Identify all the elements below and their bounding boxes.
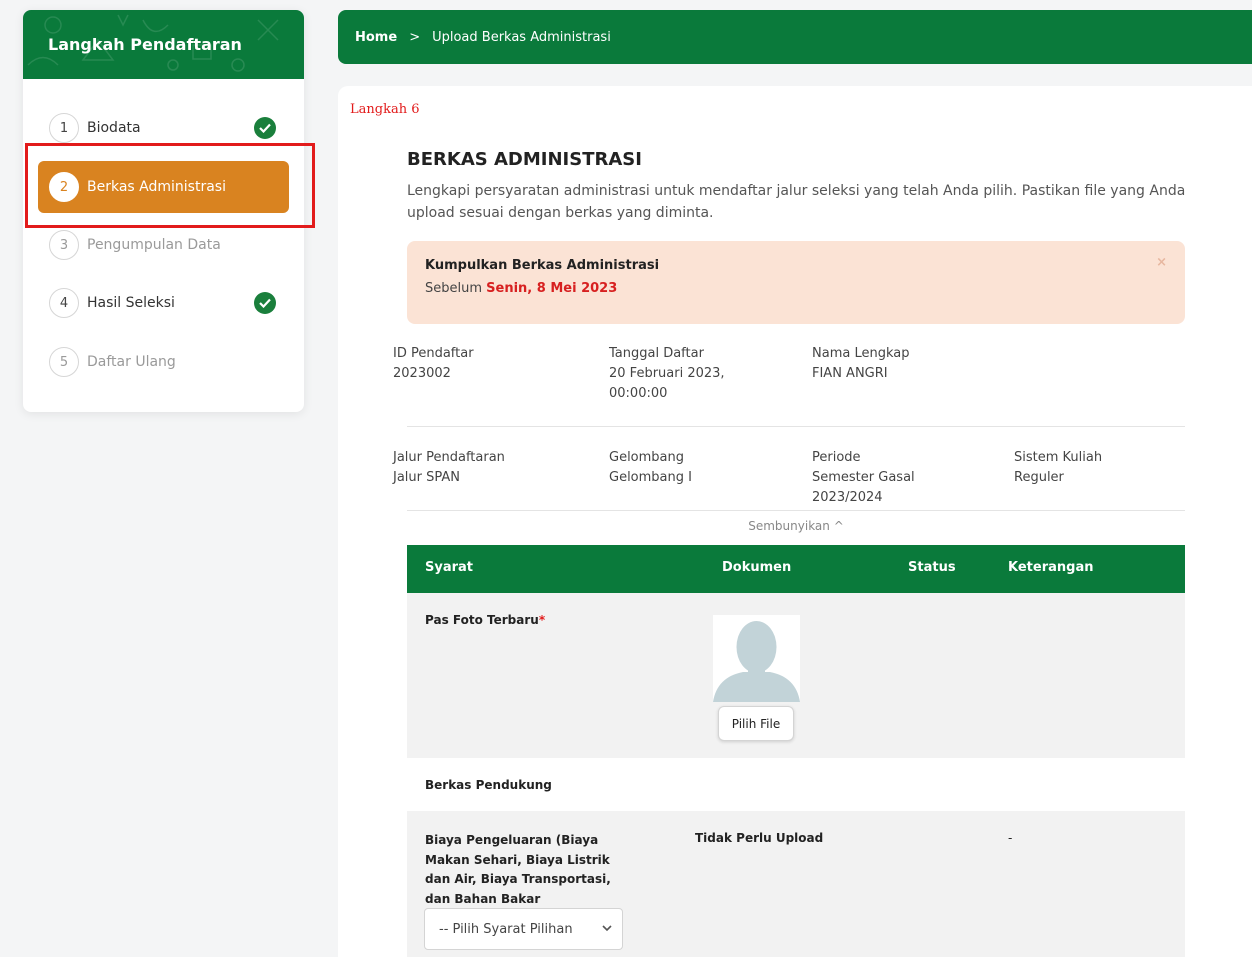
info-value: 20 Februari 2023, 00:00:00	[609, 366, 725, 401]
hide-details-toggle[interactable]: Sembunyikan ^	[407, 519, 1185, 533]
info-tanggal-daftar: Tanggal Daftar 20 Februari 2023, 00:00:0…	[609, 344, 744, 404]
info-gelombang: Gelombang Gelombang I	[609, 448, 692, 488]
info-label: Sistem Kuliah	[1014, 450, 1103, 465]
steps-sidebar: Langkah Pendaftaran 1 Biodata 2 Berkas A…	[23, 10, 304, 412]
info-value: Gelombang I	[609, 470, 692, 485]
deadline-alert: Kumpulkan Berkas Administrasi Sebelum Se…	[407, 241, 1185, 324]
info-divider	[407, 510, 1185, 511]
sidebar-title: Langkah Pendaftaran	[48, 35, 242, 54]
photo-placeholder-avatar	[713, 615, 800, 702]
requirement-label: Pas Foto Terbaru	[425, 613, 539, 627]
info-jalur: Jalur Pendaftaran Jalur SPAN	[393, 448, 505, 488]
step-number: 4	[49, 288, 79, 318]
info-value: 2023002	[393, 366, 451, 381]
requirement-option-select[interactable]: -- Pilih Syarat Pilihan	[424, 908, 623, 950]
requirements-table-header: Syarat Dokumen Status Keterangan	[407, 545, 1185, 593]
page-title: BERKAS ADMINISTRASI	[407, 149, 642, 170]
info-value: Jalur SPAN	[393, 470, 461, 485]
info-label: Periode	[812, 450, 861, 465]
chevron-down-icon	[601, 922, 613, 938]
info-label: Nama Lengkap	[812, 346, 910, 361]
step-number: 3	[49, 230, 79, 260]
breadcrumb: Home > Upload Berkas Administrasi	[338, 10, 1252, 64]
step-daftar-ulang[interactable]: 5 Daftar Ulang	[38, 336, 289, 388]
choose-file-button[interactable]: Pilih File	[718, 706, 794, 741]
alert-title: Kumpulkan Berkas Administrasi	[425, 258, 660, 273]
col-keterangan: Keterangan	[1008, 560, 1094, 575]
step-berkas-administrasi[interactable]: 2 Berkas Administrasi	[38, 161, 289, 213]
step-hasil-seleksi[interactable]: 4 Hasil Seleksi	[38, 277, 289, 329]
alert-prefix: Sebelum	[425, 281, 483, 296]
check-icon	[254, 117, 276, 139]
section-title: Berkas Pendukung	[425, 778, 552, 792]
alert-deadline: Sebelum Senin, 8 Mei 2023	[425, 281, 1167, 296]
info-sistem-kuliah: Sistem Kuliah Reguler	[1014, 448, 1102, 488]
col-status: Status	[908, 560, 956, 575]
page-description: Lengkapi persyaratan administrasi untuk …	[407, 183, 1186, 221]
breadcrumb-current: Upload Berkas Administrasi	[432, 29, 611, 45]
requirement-note: -	[1008, 831, 1013, 845]
info-label: Jalur Pendaftaran	[393, 450, 505, 465]
col-dokumen: Dokumen	[722, 560, 792, 575]
main-card: Langkah 6 BERKAS ADMINISTRASI Lengkapi p…	[338, 86, 1252, 957]
info-label: ID Pendaftar	[393, 346, 474, 361]
info-id-pendaftar: ID Pendaftar 2023002	[393, 344, 474, 384]
step-label: Hasil Seleksi	[87, 295, 175, 311]
info-value: FIAN ANGRI	[812, 366, 888, 381]
step-number: 2	[49, 172, 79, 202]
section-row: Berkas Pendukung	[407, 758, 1185, 811]
breadcrumb-home-link[interactable]: Home	[355, 30, 397, 45]
step-label: Biodata	[87, 120, 141, 136]
check-icon	[254, 292, 276, 314]
document-status: Tidak Perlu Upload	[695, 831, 824, 845]
step-annotation-label: Langkah 6	[350, 102, 420, 117]
col-syarat: Syarat	[425, 560, 474, 575]
info-value: Reguler	[1014, 470, 1064, 485]
requirement-name: Pas Foto Terbaru*	[425, 613, 545, 627]
info-label: Tanggal Daftar	[609, 346, 704, 361]
breadcrumb-separator: >	[409, 29, 421, 45]
table-row: Biaya Pengeluaran (Biaya Makan Sehari, B…	[407, 811, 1185, 957]
info-nama-lengkap: Nama Lengkap FIAN ANGRI	[812, 344, 909, 384]
info-periode: Periode Semester Gasal 2023/2024	[812, 448, 937, 508]
requirement-name: Biaya Pengeluaran (Biaya Makan Sehari, B…	[425, 833, 611, 906]
close-icon[interactable]: ×	[1156, 255, 1167, 270]
info-divider	[407, 426, 1185, 427]
step-number: 1	[49, 113, 79, 143]
info-value: Semester Gasal 2023/2024	[812, 470, 915, 505]
select-value: -- Pilih Syarat Pilihan	[439, 921, 573, 937]
step-label: Daftar Ulang	[87, 354, 176, 370]
step-label: Pengumpulan Data	[87, 237, 221, 253]
alert-date: Senin, 8 Mei 2023	[486, 281, 618, 296]
step-number: 5	[49, 347, 79, 377]
table-row: Pas Foto Terbaru* Pilih File	[407, 593, 1185, 758]
required-mark: *	[538, 613, 546, 627]
step-pengumpulan-data[interactable]: 3 Pengumpulan Data	[38, 219, 289, 271]
step-label: Berkas Administrasi	[87, 179, 226, 195]
info-label: Gelombang	[609, 450, 685, 465]
sidebar-header: Langkah Pendaftaran	[23, 10, 304, 79]
step-biodata[interactable]: 1 Biodata	[38, 102, 289, 154]
